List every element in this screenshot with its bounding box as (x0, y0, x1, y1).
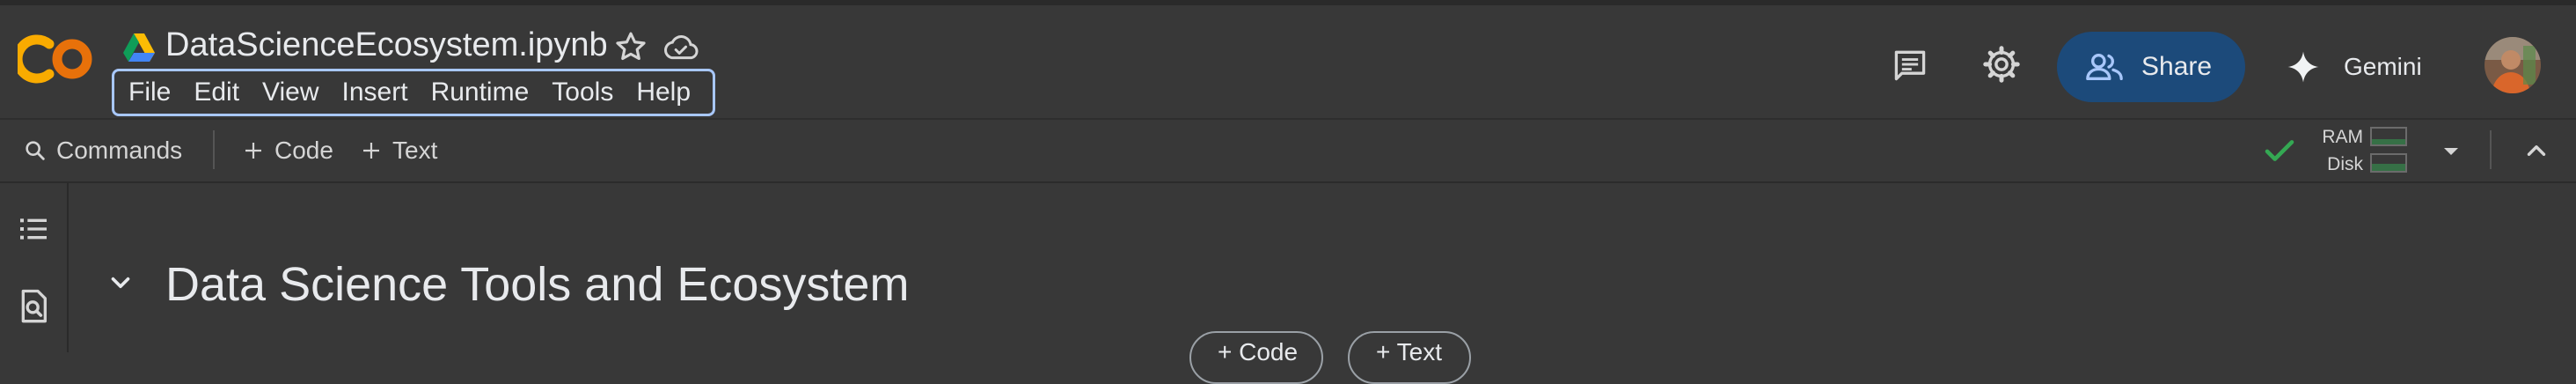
text-label: Text (392, 137, 438, 164)
comment-icon[interactable] (1890, 46, 1930, 85)
add-code-button[interactable]: Code (243, 120, 333, 181)
chevron-up-icon[interactable] (2521, 136, 2551, 166)
menu-tools[interactable]: Tools (543, 71, 627, 114)
plus-icon (245, 143, 261, 159)
header-bar: DataScienceEcosystem.ipynb File Edit Vie… (0, 5, 2576, 120)
add-text-button[interactable]: Text (361, 120, 437, 181)
insert-text-cell-button[interactable]: + Text (1348, 331, 1471, 384)
notebook-toolbar: Commands Code Text RAM Disk (0, 120, 2576, 183)
sparkle-icon (2287, 51, 2319, 83)
commands-button[interactable]: Commands (23, 120, 182, 181)
table-of-contents-icon[interactable] (16, 211, 51, 247)
colab-logo-icon[interactable] (18, 32, 97, 86)
dropdown-icon[interactable] (2437, 137, 2465, 166)
toolbar-divider-right (2490, 130, 2492, 169)
check-icon[interactable] (2261, 132, 2298, 169)
menu-insert[interactable]: Insert (333, 71, 422, 114)
menu-help[interactable]: Help (627, 71, 705, 114)
google-drive-icon[interactable] (121, 32, 157, 63)
resource-labels[interactable]: RAM Disk (2319, 123, 2363, 178)
star-icon[interactable] (612, 28, 649, 65)
notebook-title[interactable]: DataScienceEcosystem.ipynb (165, 26, 608, 64)
left-sidebar (0, 183, 69, 352)
disk-label: Disk (2327, 154, 2363, 174)
gemini-button[interactable]: Gemini (2286, 41, 2422, 93)
share-label: Share (2141, 52, 2213, 81)
avatar[interactable] (2485, 37, 2541, 93)
chevron-down-icon[interactable] (106, 268, 135, 298)
people-icon (2086, 53, 2123, 81)
gear-icon[interactable] (1981, 44, 2022, 85)
ram-meter (2370, 127, 2407, 146)
resource-meters[interactable] (2370, 127, 2407, 180)
menu-runtime[interactable]: Runtime (422, 71, 544, 114)
toolbar-divider (213, 130, 215, 169)
menu-file[interactable]: File (120, 71, 185, 114)
commands-label: Commands (56, 137, 183, 164)
notebook-content: Data Science Tools and Ecosystem + Code … (69, 183, 2576, 384)
cloud-saved-icon[interactable] (662, 30, 700, 65)
code-label: Code (274, 137, 333, 164)
menu-view[interactable]: View (253, 71, 333, 114)
gemini-label: Gemini (2344, 53, 2422, 80)
plus-icon (363, 143, 379, 159)
disk-meter (2370, 153, 2407, 173)
share-button[interactable]: Share (2057, 32, 2245, 102)
insert-code-cell-button[interactable]: + Code (1189, 331, 1323, 384)
section-heading[interactable]: Data Science Tools and Ecosystem (165, 257, 909, 312)
menu-bar: File Edit View Insert Runtime Tools Help (112, 69, 715, 116)
search-icon (26, 141, 45, 160)
menu-edit[interactable]: Edit (185, 71, 253, 114)
ram-label: RAM (2322, 127, 2363, 147)
find-icon[interactable] (16, 287, 51, 326)
